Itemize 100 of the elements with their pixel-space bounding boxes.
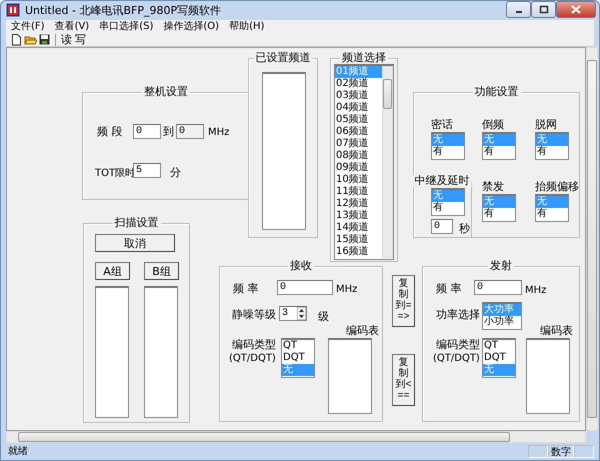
option-label: 禁发 [482,180,504,193]
status-text: 就绪 [7,444,29,458]
list-item[interactable]: 有 [483,146,515,158]
list-item[interactable]: QT [483,340,515,352]
spin-box[interactable]: 3 [279,306,307,321]
list-item[interactable]: 有 [432,146,464,158]
maximize-button[interactable] [531,1,556,18]
list-item[interactable]: 08频道 [335,150,382,162]
field-label: 频 率 [233,282,258,295]
list-item[interactable]: 12频道 [335,198,382,210]
list-item[interactable]: 11频道 [335,186,382,198]
list-item[interactable]: 有 [536,208,568,220]
code-type-list[interactable]: QT DQT 无 [482,338,516,378]
close-button[interactable] [556,1,596,18]
list-item[interactable]: 14频道 [335,222,382,234]
option-label: 倒频 [482,118,504,131]
input-field[interactable]: 0 [474,280,522,295]
maximize-icon[interactable] [538,5,548,14]
group-list[interactable] [144,286,178,418]
field-label: TOT限时 [95,167,136,180]
scrollbar-thumb[interactable] [383,79,392,109]
status-panel [574,444,594,458]
menu-item[interactable]: 文件(F) [6,20,50,33]
list-item[interactable]: 07频道 [335,138,382,150]
status-panel [528,444,548,458]
list-item[interactable]: 05频道 [335,114,382,126]
list-item[interactable]: 04频道 [335,102,382,114]
list-item[interactable]: 09频道 [335,162,382,174]
menu-item[interactable]: 查看(V) [50,20,94,33]
group-title: 整机设置 [142,86,190,98]
scrollbar[interactable] [382,66,393,258]
group-button[interactable]: A组 [95,262,130,280]
code-table-list[interactable] [526,338,570,414]
list-item[interactable]: 13频道 [335,210,382,222]
list-item[interactable]: 有 [432,202,464,214]
menu-item[interactable]: 操作选择(O) [158,20,224,33]
toolbar-button[interactable]: 写 [74,33,87,46]
list-item[interactable]: 10频道 [335,174,382,186]
menu-item[interactable]: 帮助(H) [224,20,270,33]
field-label: (QT/DQT) [433,352,480,365]
field-label: 编码类型 [232,338,276,351]
spin-arrows-icon[interactable] [297,307,306,320]
copy-button[interactable]: 复制到<== [392,354,415,406]
option-list[interactable]: 无 有 [482,132,516,160]
minimize-button[interactable] [506,1,531,18]
list-item[interactable]: DQT [483,352,515,364]
list-item[interactable]: 有 [536,146,568,158]
input-field[interactable]: 0 [431,219,453,234]
scrollbar-thumb[interactable] [18,432,510,442]
code-table-list[interactable] [328,338,372,414]
copy-button[interactable]: 复制到==> [392,275,415,327]
option-list[interactable]: 无 有 [431,132,465,160]
unit-label: MHz [336,283,358,296]
group-button[interactable]: B组 [144,262,179,280]
option-list[interactable]: 无 有 [535,194,569,222]
group-title: 接收 [288,260,314,272]
group-title: 频道选择 [340,52,388,64]
group-title: 发射 [488,260,514,272]
unit-label: 分 [170,166,181,179]
option-list[interactable]: 无 有 [482,194,516,222]
toolbar-button[interactable]: 读 [60,33,73,46]
list-item[interactable]: QT [282,340,314,352]
group-title: 中继及延时 [412,175,472,187]
option-list[interactable]: 无 有 [535,132,569,160]
group-title: 扫描设置 [112,217,160,229]
close-icon[interactable] [571,5,581,14]
input-field[interactable]: 0 [133,124,161,139]
code-type-list[interactable]: QT DQT 无 [281,338,315,378]
field-label: 编码类型 [436,338,480,351]
list-item[interactable]: 有 [483,208,515,220]
save-icon[interactable] [38,33,51,46]
scrollbar[interactable] [586,47,598,431]
menu-item[interactable]: 串口选择(S) [94,20,158,33]
channel-list[interactable] [262,72,306,230]
status-panel: 数字 [548,444,574,458]
list-item[interactable]: 02频道 [335,78,382,90]
field-label: 静噪等级 [232,308,276,321]
list-item[interactable]: DQT [282,352,314,364]
window-title: Untitled - 北峰电讯BFP_980P写频软件 [25,2,222,18]
field-label: 频 段 [97,125,122,138]
unit-label: MHz [208,126,230,139]
scrollbar-thumb[interactable] [587,60,597,418]
list-item[interactable]: 16频道 [335,246,382,258]
group-title: 已设置频道 [254,52,312,64]
scrollbar[interactable] [6,431,586,443]
list-item[interactable]: 15频道 [335,234,382,246]
list-item[interactable]: 03频道 [335,90,382,102]
list-item[interactable]: 小功率 [483,316,521,328]
option-list[interactable]: 无 有 [431,188,465,216]
input-field[interactable]: 5 [133,163,161,178]
field-label: 功率选择 [436,308,480,321]
field-label: 编码表 [346,324,379,337]
group-list[interactable] [95,286,129,418]
field-label: 编码表 [540,324,573,337]
option-label: 密话 [431,118,453,131]
group-title: 功能设置 [472,86,520,98]
input-field[interactable]: 0 [277,280,333,295]
list-item[interactable]: 06频道 [335,126,382,138]
cancel-button[interactable]: 取消 [95,234,175,252]
unit-label: 秒 [459,222,470,235]
